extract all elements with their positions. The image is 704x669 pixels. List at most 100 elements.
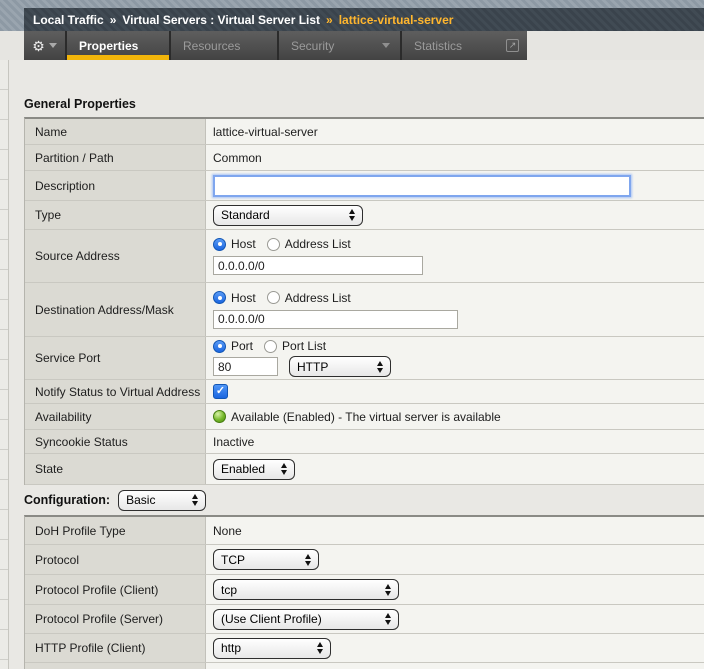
protocol-select-value: TCP <box>221 553 245 567</box>
state-select[interactable]: Enabled <box>213 459 295 480</box>
destination-address-list-radio[interactable] <box>267 291 280 304</box>
source-address-list-radio[interactable] <box>267 238 280 251</box>
description-input[interactable] <box>213 175 631 197</box>
table-row-clipped <box>25 663 704 669</box>
breadcrumb-separator: » <box>320 13 339 27</box>
configuration-title: Configuration: <box>24 493 110 507</box>
select-arrows-icon <box>385 584 391 596</box>
protocol-profile-client-value: tcp <box>221 583 237 597</box>
select-arrows-icon <box>281 463 287 475</box>
tab-resources-label: Resources <box>183 39 240 53</box>
table-row-availability: Availability Available (Enabled) - The v… <box>25 404 704 430</box>
table-row-protocol-profile-client: Protocol Profile (Client) tcp <box>25 575 704 605</box>
http-profile-client-select[interactable]: http <box>213 638 331 659</box>
status-available-icon <box>213 410 226 423</box>
select-arrows-icon <box>377 361 383 373</box>
type-select-value: Standard <box>221 208 270 222</box>
select-arrows-icon <box>317 642 323 654</box>
source-address-list-radio-label: Address List <box>285 237 351 251</box>
type-select[interactable]: Standard <box>213 205 363 226</box>
configuration-mode-value: Basic <box>126 493 155 507</box>
protocol-select[interactable]: TCP <box>213 549 319 570</box>
protocol-profile-client-label: Protocol Profile (Client) <box>25 575 206 604</box>
source-address-label: Source Address <box>25 230 206 282</box>
configuration-header: Configuration: Basic <box>24 487 206 513</box>
breadcrumb-section[interactable]: Local Traffic <box>33 13 104 27</box>
doh-profile-value: None <box>206 517 704 544</box>
active-tab-indicator <box>67 55 169 60</box>
notify-status-checkbox[interactable]: ✓ <box>213 384 228 399</box>
external-link-icon: ↗ <box>506 39 519 52</box>
http-profile-client-value: http <box>221 641 241 655</box>
name-label: Name <box>25 119 206 144</box>
tab-bar: ⚙ Properties Resources Security Statisti… <box>0 31 704 60</box>
select-arrows-icon <box>385 613 391 625</box>
destination-address-list-radio-label: Address List <box>285 291 351 305</box>
table-row-service-port: Service Port Port Port List HTTP <box>25 337 704 380</box>
general-properties-title: General Properties <box>24 97 136 111</box>
gear-icon: ⚙ <box>32 39 45 53</box>
breadcrumb-current: lattice-virtual-server <box>339 13 454 27</box>
table-row-notify-status: Notify Status to Virtual Address ✓ <box>25 380 704 404</box>
general-properties-table: Name lattice-virtual-server Partition / … <box>24 117 704 485</box>
destination-address-label: Destination Address/Mask <box>25 283 206 336</box>
http-profile-client-label: HTTP Profile (Client) <box>25 634 206 662</box>
table-row-source-address: Source Address Host Address List <box>25 230 704 283</box>
select-arrows-icon <box>305 554 311 566</box>
partition-value: Common <box>206 145 704 170</box>
table-row-destination-address: Destination Address/Mask Host Address Li… <box>25 283 704 337</box>
select-arrows-icon <box>192 494 198 506</box>
protocol-profile-server-label: Protocol Profile (Server) <box>25 605 206 633</box>
destination-address-input[interactable] <box>213 310 458 329</box>
service-port-select[interactable]: HTTP <box>289 356 391 377</box>
breadcrumb-separator: » <box>104 13 123 27</box>
tab-statistics[interactable]: Statistics ↗ <box>402 31 527 60</box>
page-options-button[interactable]: ⚙ <box>24 31 65 60</box>
description-label: Description <box>25 171 206 200</box>
source-host-radio[interactable] <box>213 238 226 251</box>
port-radio-label: Port <box>231 339 253 353</box>
state-select-value: Enabled <box>221 462 265 476</box>
syncookie-value: Inactive <box>206 430 704 453</box>
protocol-profile-client-select[interactable]: tcp <box>213 579 399 600</box>
select-arrows-icon <box>349 209 355 221</box>
table-row-state: State Enabled <box>25 454 704 485</box>
availability-value: Available (Enabled) - The virtual server… <box>231 410 501 424</box>
protocol-profile-server-value: (Use Client Profile) <box>221 612 322 626</box>
table-row-syncookie: Syncookie Status Inactive <box>25 430 704 454</box>
tab-security-label: Security <box>291 39 334 53</box>
table-row-type: Type Standard <box>25 201 704 230</box>
port-radio[interactable] <box>213 340 226 353</box>
tab-security[interactable]: Security <box>279 31 400 60</box>
service-port-input[interactable] <box>213 357 278 376</box>
port-list-radio[interactable] <box>264 340 277 353</box>
table-row-protocol: Protocol TCP <box>25 545 704 575</box>
tab-statistics-label: Statistics <box>414 39 462 53</box>
table-row-doh-profile: DoH Profile Type None <box>25 517 704 545</box>
tab-resources[interactable]: Resources <box>171 31 277 60</box>
configuration-mode-select[interactable]: Basic <box>118 490 206 511</box>
table-row-protocol-profile-server: Protocol Profile (Server) (Use Client Pr… <box>25 605 704 634</box>
notify-status-label: Notify Status to Virtual Address <box>25 380 206 403</box>
table-row-http-profile-client: HTTP Profile (Client) http <box>25 634 704 663</box>
left-nav-edge <box>0 60 9 669</box>
bigip-virtual-server-page: Local Traffic»Virtual Servers : Virtual … <box>0 0 704 669</box>
tab-properties[interactable]: Properties <box>67 31 169 60</box>
type-label: Type <box>25 201 206 229</box>
port-list-radio-label: Port List <box>282 339 326 353</box>
doh-profile-label: DoH Profile Type <box>25 517 206 544</box>
destination-host-radio-label: Host <box>231 291 256 305</box>
source-host-radio-label: Host <box>231 237 256 251</box>
service-port-label: Service Port <box>25 337 206 379</box>
availability-label: Availability <box>25 404 206 429</box>
name-value: lattice-virtual-server <box>206 119 704 144</box>
service-port-select-value: HTTP <box>297 360 328 374</box>
breadcrumb-path[interactable]: Virtual Servers : Virtual Server List <box>122 13 320 27</box>
tab-properties-label: Properties <box>79 39 138 53</box>
configuration-table: DoH Profile Type None Protocol TCP Proto… <box>24 515 704 669</box>
syncookie-label: Syncookie Status <box>25 430 206 453</box>
destination-host-radio[interactable] <box>213 291 226 304</box>
source-address-input[interactable] <box>213 256 423 275</box>
protocol-profile-server-select[interactable]: (Use Client Profile) <box>213 609 399 630</box>
protocol-label: Protocol <box>25 545 206 574</box>
